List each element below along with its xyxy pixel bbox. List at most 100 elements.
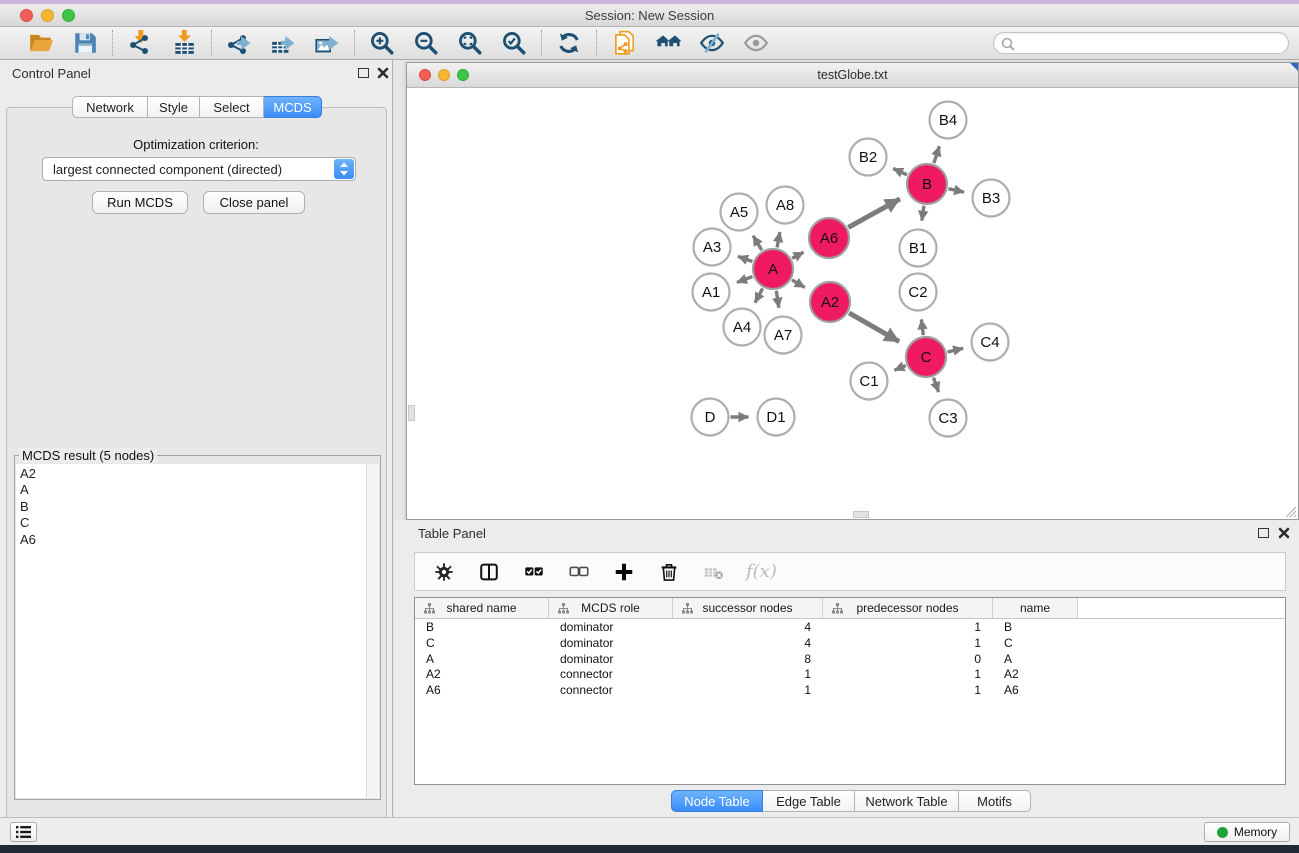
close-panel-button[interactable]: Close panel [203, 191, 305, 214]
edge-A-A4[interactable] [755, 288, 763, 302]
table-row[interactable]: Adominator80A [415, 651, 1285, 667]
tab-edge-table[interactable]: Edge Table [763, 790, 855, 812]
import-table-icon[interactable] [170, 29, 198, 57]
float-panel-icon[interactable] [358, 68, 369, 78]
edge-A-A5[interactable] [753, 236, 762, 250]
memory-button[interactable]: Memory [1204, 822, 1290, 842]
edge-C-C4[interactable] [947, 348, 963, 352]
import-network-icon[interactable] [126, 29, 154, 57]
first-network-view-icon[interactable] [610, 29, 638, 57]
export-table-icon[interactable] [269, 29, 297, 57]
refresh-view-icon[interactable] [555, 29, 583, 57]
show-columns-icon[interactable] [476, 559, 502, 585]
hide-panels-icon[interactable] [698, 29, 726, 57]
edge-A6-B[interactable] [848, 199, 900, 227]
tab-mcds[interactable]: MCDS [264, 96, 322, 118]
network-graph[interactable]: B4 B2 B B3 A5A8A6 B1 A3 A C2 A1 A2 A4A7 C4 C C1 C3 D D1 [407, 88, 1298, 519]
edge-C-C2[interactable] [921, 319, 923, 335]
zoom-selected-icon[interactable] [500, 29, 528, 57]
table-row[interactable]: A6connector11A6 [415, 682, 1285, 698]
zoom-in-icon[interactable] [368, 29, 396, 57]
mcds-result-item[interactable]: B [20, 499, 379, 515]
export-network-icon[interactable] [225, 29, 253, 57]
table-row[interactable]: Bdominator41B [415, 619, 1285, 635]
edge-A-A3[interactable] [738, 256, 752, 261]
edge-C-C3[interactable] [933, 378, 938, 392]
graph-node-B4[interactable]: B4 [930, 102, 967, 139]
edge-B-B4[interactable] [934, 146, 940, 163]
tab-node-table[interactable]: Node Table [671, 790, 763, 812]
run-mcds-button[interactable]: Run MCDS [92, 191, 188, 214]
graph-node-A[interactable]: A [753, 249, 793, 289]
mcds-result-list[interactable]: A2ABCA6 [16, 464, 379, 798]
table-settings-gear-icon[interactable] [431, 559, 457, 585]
edge-A2-C[interactable] [849, 313, 899, 342]
zoom-out-icon[interactable] [412, 29, 440, 57]
task-history-button[interactable] [10, 822, 37, 842]
network-canvas[interactable]: B4 B2 B B3 A5A8A6 B1 A3 A C2 A1 A2 A4A7 C4 C C1 C3 D D1 [407, 88, 1298, 519]
edge-B-B3[interactable] [948, 189, 964, 192]
graph-node-D1[interactable]: D1 [758, 399, 795, 436]
export-image-icon[interactable] [313, 29, 341, 57]
tab-style[interactable]: Style [148, 96, 200, 118]
mcds-result-item[interactable]: A2 [20, 466, 379, 482]
column-header-successor-nodes[interactable]: successor nodes [673, 598, 823, 618]
graph-node-A5[interactable]: A5 [721, 194, 758, 231]
tab-network[interactable]: Network [72, 96, 148, 118]
graph-node-C4[interactable]: C4 [972, 324, 1009, 361]
home-layout-icon[interactable] [654, 29, 682, 57]
close-panel-icon[interactable] [377, 66, 389, 78]
select-all-columns-icon[interactable] [521, 559, 547, 585]
network-window-titlebar[interactable]: testGlobe.txt [407, 63, 1298, 88]
graph-node-B3[interactable]: B3 [973, 180, 1010, 217]
column-header-predecessor-nodes[interactable]: predecessor nodes [823, 598, 993, 618]
table-row[interactable]: Cdominator41C [415, 635, 1285, 651]
column-header-shared-name[interactable]: shared name [415, 598, 549, 618]
graph-node-A6[interactable]: A6 [809, 218, 849, 258]
graph-node-B2[interactable]: B2 [850, 139, 887, 176]
graph-node-A7[interactable]: A7 [765, 317, 802, 354]
graph-node-B1[interactable]: B1 [900, 230, 937, 267]
zoom-fit-icon[interactable] [456, 29, 484, 57]
graph-node-C2[interactable]: C2 [900, 274, 937, 311]
left-scroll-grip[interactable] [408, 405, 415, 421]
graph-node-C1[interactable]: C1 [851, 363, 888, 400]
edge-A-A1[interactable] [737, 277, 753, 283]
edge-B-B1[interactable] [922, 206, 924, 221]
column-header-name[interactable]: name [993, 598, 1078, 618]
unselect-all-columns-icon[interactable] [566, 559, 592, 585]
show-eye-icon[interactable] [742, 29, 770, 57]
tab-select[interactable]: Select [200, 96, 264, 118]
mcds-result-item[interactable]: A6 [20, 532, 379, 548]
table-row[interactable]: A2connector11A2 [415, 666, 1285, 682]
graph-node-A1[interactable]: A1 [693, 274, 730, 311]
delete-column-icon[interactable] [656, 559, 682, 585]
save-session-icon[interactable] [71, 29, 99, 57]
optimization-select[interactable]: largest connected component (directed) [42, 157, 356, 181]
mcds-result-item[interactable]: C [20, 515, 379, 531]
edge-C-C1[interactable] [894, 366, 905, 371]
graph-node-A4[interactable]: A4 [724, 309, 761, 346]
search-box[interactable] [993, 32, 1289, 54]
resize-grip-icon[interactable] [1283, 504, 1297, 518]
graph-node-A2[interactable]: A2 [810, 282, 850, 322]
table-close-panel-icon[interactable] [1278, 526, 1290, 538]
open-session-icon[interactable] [27, 29, 55, 57]
edge-A-A7[interactable] [776, 291, 779, 308]
node-table[interactable]: shared name MCDS role successor nodes pr… [414, 597, 1286, 785]
graph-node-A3[interactable]: A3 [694, 229, 731, 266]
graph-node-B[interactable]: B [907, 164, 947, 204]
graph-node-A8[interactable]: A8 [767, 187, 804, 224]
search-input[interactable] [1020, 34, 1280, 52]
column-header-MCDS-role[interactable]: MCDS role [549, 598, 673, 618]
table-float-panel-icon[interactable] [1258, 528, 1269, 538]
edge-A-A2[interactable] [792, 280, 805, 287]
bottom-scroll-grip[interactable] [853, 511, 869, 518]
edge-A-A8[interactable] [777, 232, 780, 247]
mcds-result-scrollbar[interactable] [366, 464, 379, 798]
edge-A-A6[interactable] [792, 252, 803, 258]
graph-node-D[interactable]: D [692, 399, 729, 436]
graph-node-C[interactable]: C [906, 337, 946, 377]
graph-node-C3[interactable]: C3 [930, 400, 967, 437]
tab-motifs[interactable]: Motifs [959, 790, 1031, 812]
